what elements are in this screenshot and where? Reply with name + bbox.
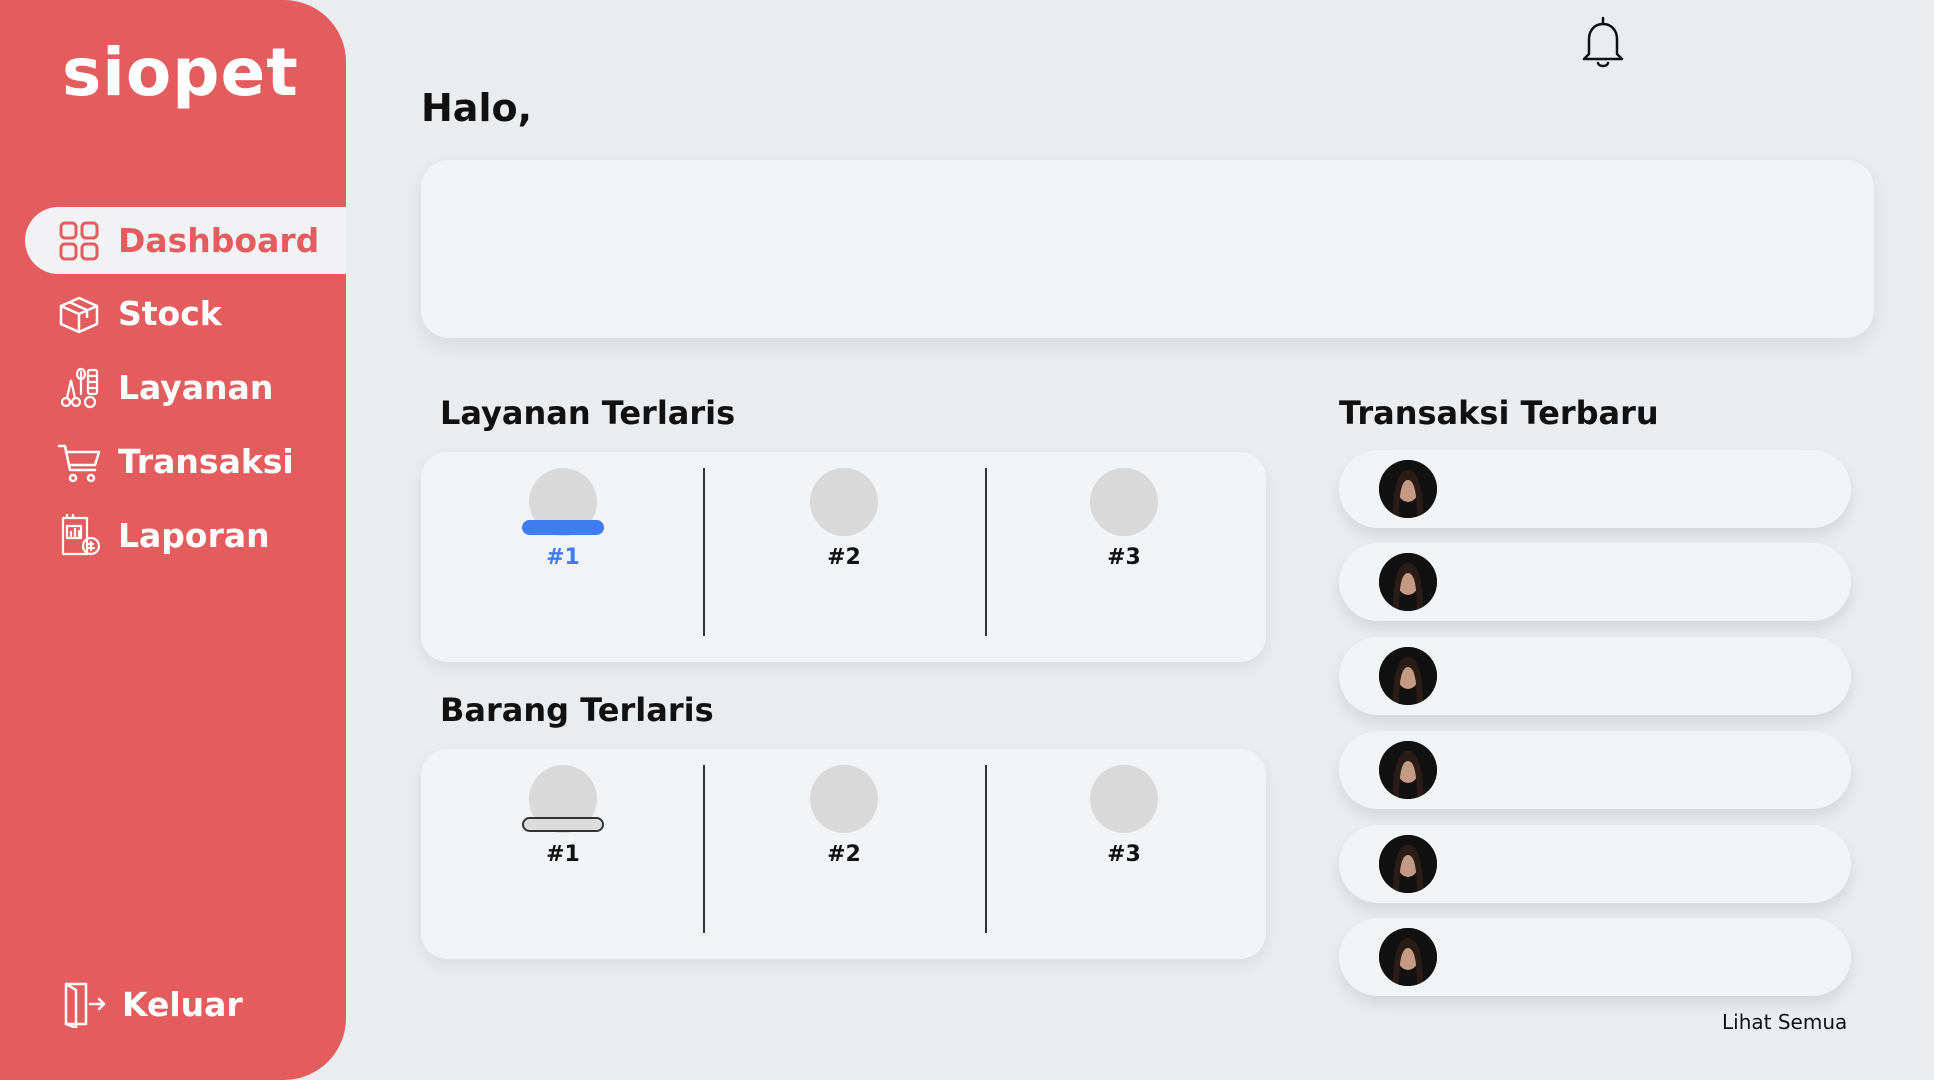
sidebar-item-dashboard[interactable]: Dashboard — [25, 207, 346, 274]
transaction-item[interactable] — [1339, 543, 1851, 621]
notification-bell-icon[interactable] — [1578, 14, 1628, 70]
avatar — [1379, 741, 1437, 799]
logout-label: Keluar — [122, 984, 243, 1024]
section-title-products: Barang Terlaris — [440, 691, 714, 729]
transaction-item[interactable] — [1339, 825, 1851, 903]
rank-item[interactable]: #1 — [423, 749, 703, 959]
grid-icon — [56, 218, 102, 264]
transaction-item[interactable] — [1339, 918, 1851, 996]
sidebar-item-transaksi[interactable]: Transaksi — [25, 428, 346, 495]
sidebar-item-label: Layanan — [118, 368, 274, 407]
sidebar-item-label: Transaksi — [118, 442, 294, 481]
sidebar-item-label: Stock — [118, 294, 222, 333]
rank-item[interactable]: #3 — [984, 452, 1264, 662]
service-image-placeholder — [1090, 468, 1158, 536]
box-icon — [56, 291, 102, 337]
sidebar: siopet Dashboard Stock Layanan Transaksi… — [0, 0, 346, 1080]
service-image-placeholder — [810, 468, 878, 536]
rank-item[interactable]: #2 — [704, 452, 984, 662]
sidebar-item-layanan[interactable]: Layanan — [25, 354, 346, 421]
rank-label: #1 — [546, 545, 580, 570]
logout-button[interactable]: Keluar — [60, 974, 243, 1034]
welcome-banner — [421, 160, 1874, 338]
report-icon — [56, 513, 102, 559]
sidebar-item-stock[interactable]: Stock — [25, 280, 346, 347]
grooming-tools-icon — [56, 365, 102, 411]
see-all-link[interactable]: Lihat Semua — [1722, 1010, 1847, 1034]
cart-icon — [56, 439, 102, 485]
rank-label: #3 — [1107, 545, 1141, 570]
transaction-item[interactable] — [1339, 450, 1851, 528]
rank-label: #3 — [1107, 842, 1141, 867]
app-logo: siopet — [62, 34, 299, 111]
services-ranking-card: #1 #2 #3 — [421, 452, 1266, 662]
logout-door-icon — [60, 980, 108, 1030]
rank-item[interactable]: #3 — [984, 749, 1264, 959]
product-image-placeholder — [810, 765, 878, 833]
avatar — [1379, 928, 1437, 986]
avatar — [1379, 553, 1437, 611]
rank-label: #2 — [827, 545, 861, 570]
sidebar-item-laporan[interactable]: Laporan — [25, 502, 346, 569]
rank-item[interactable]: #1 — [423, 452, 703, 662]
rank-item[interactable]: #2 — [704, 749, 984, 959]
product-image-placeholder — [1090, 765, 1158, 833]
avatar — [1379, 835, 1437, 893]
avatar — [1379, 460, 1437, 518]
rank-label: #2 — [827, 842, 861, 867]
sidebar-item-label: Dashboard — [118, 221, 320, 260]
avatar — [1379, 647, 1437, 705]
page-title: Halo, — [421, 86, 533, 130]
rank-highlight-bar — [522, 520, 604, 535]
products-ranking-card: #1 #2 #3 — [421, 749, 1266, 959]
section-title-transactions: Transaksi Terbaru — [1339, 394, 1659, 432]
rank-highlight-bar — [522, 817, 604, 832]
transaction-item[interactable] — [1339, 637, 1851, 715]
transaction-item[interactable] — [1339, 731, 1851, 809]
rank-label: #1 — [546, 842, 580, 867]
sidebar-item-label: Laporan — [118, 516, 270, 555]
section-title-services: Layanan Terlaris — [440, 394, 736, 432]
